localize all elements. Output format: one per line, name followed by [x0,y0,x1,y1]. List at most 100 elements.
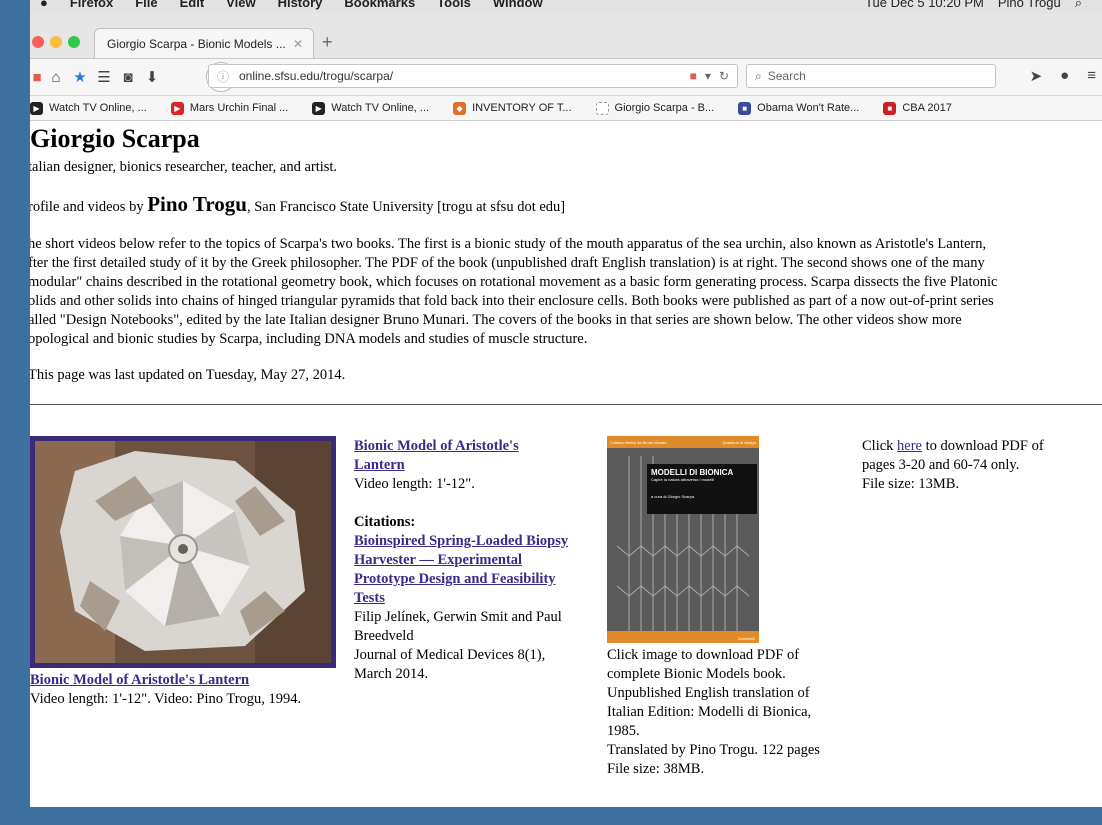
play-icon: ▶ [30,101,43,115]
addon-icon[interactable]: ■ [30,69,44,86]
citation-link[interactable]: Harvester — Experimental [354,552,522,568]
page-icon [595,101,609,115]
minimize-window-button[interactable] [50,36,62,48]
close-window-button[interactable] [32,36,44,48]
reading-list-icon[interactable]: ☰ [92,68,116,86]
profile-name: Pino Trogu [147,192,247,216]
caption-line: Italian Edition: Modelli di Bionica, [607,704,812,720]
aristotle-lantern-link-2[interactable]: Bionic Model of Aristotle's [354,438,519,454]
window-controls [32,36,80,48]
spotlight-icon[interactable]: ⌕ [1075,0,1082,10]
here-link[interactable]: here [897,438,922,454]
video-caption: Video length: 1'-12". Video: Pino Trogu,… [30,691,302,707]
citation-link[interactable]: Tests [354,590,385,606]
send-icon[interactable]: ➤ [1030,67,1043,85]
reload-icon[interactable]: ↻ [719,69,729,83]
tab-strip: Giorgio Scarpa - Bionic Models ... ✕ + [30,14,1102,59]
menu-bookmarks[interactable]: Bookmarks [344,0,415,10]
menubar-clock[interactable]: Tue Dec 5 10:20 PM [865,0,984,10]
dropdown-icon[interactable]: ▾ [705,69,711,83]
video-thumbnail[interactable] [30,436,336,668]
partial-pdf-pages: pages 3-20 and 60-74 only. [862,457,1020,473]
apple-icon[interactable]: ● [40,0,48,10]
profile-prefix: rofile and videos by [30,199,148,215]
click-prefix: Click [862,438,898,454]
aristotle-lantern-link-2b[interactable]: Lantern [354,457,405,473]
video-caption-col1: Bionic Model of Aristotle's Lantern Vide… [30,671,360,709]
menu-history[interactable]: History [278,0,323,10]
profile-suffix: , San Francisco State University [trogu … [246,199,566,215]
bookmark-item[interactable]: ■ CBA 2017 [883,101,952,115]
profile-line: rofile and videos by Pino Trogu, San Fra… [30,192,566,217]
zoom-window-button[interactable] [68,36,80,48]
play-icon: ▶ [312,101,326,115]
intro-line: fter the first detailed study of it by t… [30,255,985,271]
hamburger-menu-icon[interactable]: ≡ [1087,67,1096,85]
macos-menubar: ● Firefox File Edit View History Bookmar… [30,0,1102,14]
youtube-icon: ▶ [170,101,184,115]
intro-line: he short videos below refer to the topic… [30,236,987,252]
search-bar[interactable]: ⌕ Search [746,64,996,88]
search-icon: ⌕ [755,68,762,83]
tab-title: Giorgio Scarpa - Bionic Models ... [107,36,286,51]
caption-line: 1985. [607,723,640,739]
url-text: online.sfsu.edu/trogu/scarpa/ [239,69,394,83]
citations-column: Bionic Model of Aristotle's Lantern Vide… [354,437,594,684]
menu-view[interactable]: View [226,0,255,10]
bookmark-item[interactable]: ▶ Mars Urchin Final ... [170,101,288,115]
video-length: Video length: 1'-12". [354,476,475,492]
page-subtitle: talian designer, bionics researcher, tea… [30,159,338,175]
cover-subtitle: Capire la natura attraverso i modelli [651,477,715,482]
menu-window[interactable]: Window [493,0,543,10]
new-tab-button[interactable]: + [322,32,333,53]
menu-tools[interactable]: Tools [437,0,471,10]
menu-file[interactable]: File [135,0,157,10]
intro-line: modular" chains described in the rotatio… [30,274,998,290]
bookmark-label: Watch TV Online, ... [49,102,147,114]
book-caption: Click image to download PDF of complete … [607,646,877,779]
menu-edit[interactable]: Edit [180,0,205,10]
bookmark-star-icon[interactable]: ★ [68,68,92,86]
chat-icon[interactable]: ● [1060,67,1069,85]
home-icon[interactable]: ⌂ [44,69,68,86]
bookmark-label: Giorgio Scarpa - B... [614,102,715,114]
bookmark-item[interactable]: ▶ Watch TV Online, ... [312,101,430,115]
bookmark-item[interactable]: ▶ Watch TV Online, ... [30,101,147,115]
citation-journal: Journal of Medical Devices 8(1), [354,647,546,663]
citation-link[interactable]: Bioinspired Spring-Loaded Biopsy [354,533,568,549]
bookmark-label: Watch TV Online, ... [331,102,430,114]
divider [30,404,1102,405]
citation-authors: Breedveld [354,628,414,644]
menubar-user[interactable]: Pino Trogu [998,0,1061,10]
addon-badge-icon[interactable]: ■ [690,69,697,83]
bookmark-item[interactable]: Giorgio Scarpa - B... [595,101,715,115]
intro-paragraph: he short videos below refer to the topic… [30,235,997,349]
bookmark-item[interactable]: ◆ INVENTORY OF T... [453,101,572,115]
bookmark-item[interactable]: ■ Obama Won't Rate... [738,101,859,115]
book-cover-image[interactable]: Collana diretta da Bruno Munari Quaderni… [607,436,759,643]
caption-line: Unpublished English translation of [607,685,810,701]
caption-line: File size: 38MB. [607,761,705,777]
intro-line: olids and other solids into chains of hi… [30,293,994,309]
click-suffix: to download PDF of [922,438,1044,454]
aristotle-lantern-link[interactable]: Bionic Model of Aristotle's Lantern [30,672,249,688]
cover-publisher: Zanichelli [738,636,755,641]
citation-date: March 2014. [354,666,429,682]
cover-title: MODELLI DI BIONICA [651,468,734,477]
search-placeholder: Search [767,69,806,83]
bookmarks-bar: ▶ Watch TV Online, ... ▶ Mars Urchin Fin… [30,96,1102,121]
tab-close-icon[interactable]: ✕ [293,37,303,51]
partial-pdf-size: File size: 13MB. [862,476,960,492]
site-info-icon[interactable]: ⓘ [217,68,229,85]
news-icon: ■ [738,101,752,115]
tab-giorgio-scarpa[interactable]: Giorgio Scarpa - Bionic Models ... ✕ [94,28,314,58]
partial-pdf-column: Click here to download PDF of pages 3-20… [862,437,1092,494]
browser-window: Giorgio Scarpa - Bionic Models ... ✕ + ■… [30,14,1102,807]
citation-link[interactable]: Prototype Design and Feasibility [354,571,556,587]
citations-label: Citations: [354,514,416,530]
last-updated: This page was last updated on Tuesday, M… [30,367,346,383]
url-bar[interactable]: ⓘ online.sfsu.edu/trogu/scarpa/ ■ ▾ ↻ [208,64,738,88]
menu-firefox[interactable]: Firefox [70,0,113,10]
pocket-icon[interactable]: ◙ [116,69,140,86]
download-icon[interactable]: ⬇ [140,68,164,86]
